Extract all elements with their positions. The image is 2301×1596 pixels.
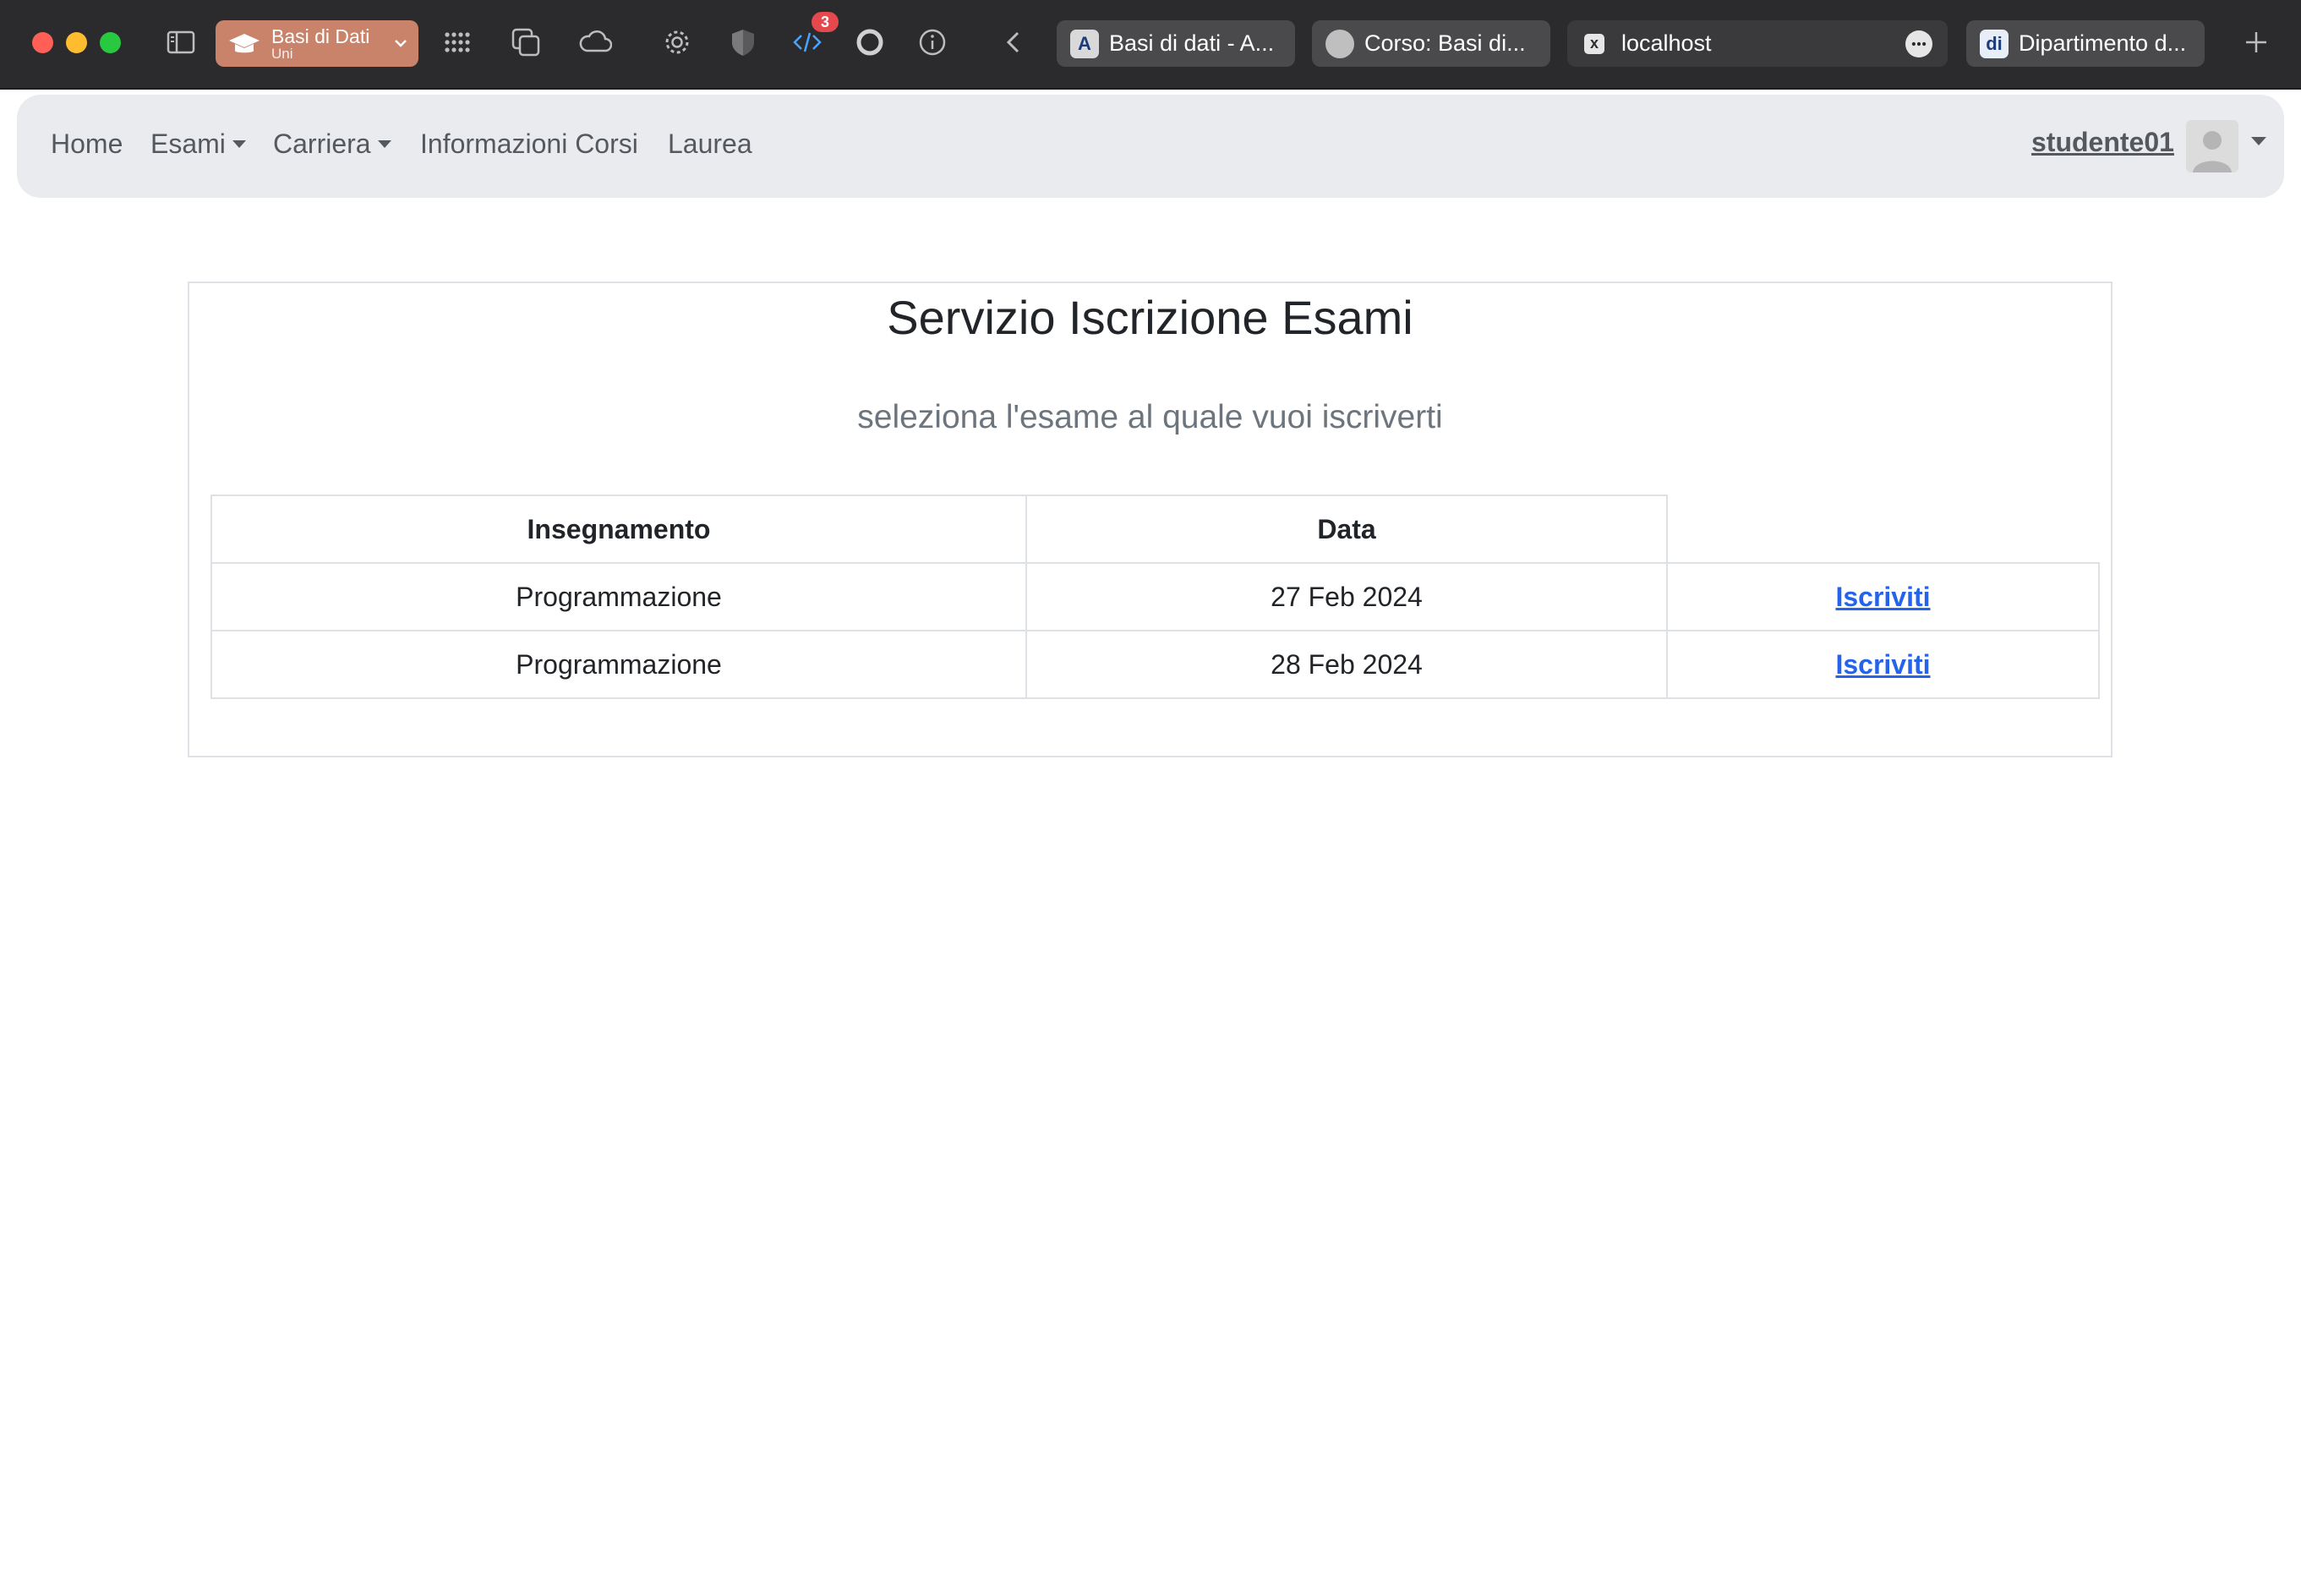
tab-label: Corso: Basi di... bbox=[1364, 30, 1526, 56]
tab-favicon: A bbox=[1070, 29, 1099, 58]
circle-extension-icon[interactable] bbox=[848, 20, 892, 64]
tab-corso-basi-di[interactable]: Corso: Basi di... bbox=[1312, 20, 1550, 67]
course-cell: Programmazione bbox=[210, 562, 1027, 631]
user-avatar-icon bbox=[2193, 131, 2232, 172]
more-options-icon[interactable] bbox=[1905, 30, 1932, 57]
table-header-row: Insegnamento Data bbox=[210, 495, 2099, 564]
nav-esami-label: Esami bbox=[150, 128, 226, 159]
column-header-data: Data bbox=[1025, 495, 1668, 564]
caret-down-icon bbox=[377, 140, 391, 148]
icloud-icon[interactable] bbox=[573, 20, 617, 64]
nav-home[interactable]: Home bbox=[51, 128, 123, 160]
minimize-window-button[interactable] bbox=[66, 32, 87, 53]
new-tab-plus-icon[interactable] bbox=[2234, 20, 2278, 64]
date-cell: 27 Feb 2024 bbox=[1025, 562, 1668, 631]
profile-subtitle: Uni bbox=[271, 45, 293, 62]
info-icon[interactable] bbox=[910, 20, 954, 64]
nav-laurea[interactable]: Laurea bbox=[668, 128, 752, 160]
table-row: Programmazione 28 Feb 2024 Iscriviti bbox=[210, 630, 2100, 699]
action-cell: Iscriviti bbox=[1666, 562, 2100, 631]
devtools-badge: 3 bbox=[812, 12, 839, 32]
shield-icon[interactable] bbox=[721, 20, 765, 64]
nav-informazioni-corsi-label: Informazioni Corsi bbox=[420, 128, 638, 159]
browser-toolbar: Basi di Dati Uni 3 A Basi di dati - A...… bbox=[0, 0, 2301, 90]
tab-dipartimento[interactable]: di Dipartimento d... bbox=[1966, 20, 2205, 67]
caret-down-icon[interactable] bbox=[2251, 137, 2266, 145]
close-window-button[interactable] bbox=[32, 32, 53, 53]
nav-informazioni-corsi[interactable]: Informazioni Corsi bbox=[420, 128, 638, 160]
column-header-action bbox=[1666, 495, 2099, 564]
settings-gear-icon[interactable] bbox=[655, 20, 699, 64]
tab-favicon: x bbox=[1584, 33, 1604, 54]
exams-table: Insegnamento Data Programmazione 27 Feb … bbox=[210, 495, 2100, 699]
grid-apps-icon[interactable] bbox=[435, 20, 479, 64]
tab-label: Dipartimento d... bbox=[2019, 30, 2187, 56]
nav-carriera-dropdown[interactable]: Carriera bbox=[273, 128, 391, 160]
nav-home-label: Home bbox=[51, 128, 123, 159]
tab-label: Basi di dati - A... bbox=[1109, 30, 1275, 56]
user-menu-link[interactable]: studente01 bbox=[2031, 127, 2174, 158]
page-title: Servizio Iscrizione Esami bbox=[887, 291, 1413, 344]
nav-carriera-label: Carriera bbox=[273, 128, 371, 159]
chevron-down-icon bbox=[395, 40, 407, 47]
column-header-insegnamento: Insegnamento bbox=[210, 495, 1027, 564]
tab-favicon: di bbox=[1980, 29, 2009, 58]
table-row: Programmazione 27 Feb 2024 Iscriviti bbox=[210, 562, 2100, 631]
date-cell: 28 Feb 2024 bbox=[1025, 630, 1668, 699]
exam-enrollment-card: Servizio Iscrizione Esami seleziona l'es… bbox=[188, 281, 2112, 757]
graduation-cap-icon bbox=[229, 33, 260, 52]
iscriviti-link[interactable]: Iscriviti bbox=[1835, 649, 1930, 680]
profile-switcher[interactable]: Basi di Dati Uni bbox=[216, 20, 418, 67]
zoom-window-button[interactable] bbox=[100, 32, 121, 53]
caret-down-icon bbox=[232, 140, 246, 148]
tab-localhost[interactable]: x localhost bbox=[1567, 20, 1948, 67]
page-subtitle: seleziona l'esame al quale vuoi iscriver… bbox=[857, 399, 1443, 435]
site-navbar: Home Esami Carriera Informazioni Corsi L… bbox=[17, 95, 2284, 198]
tab-favicon bbox=[1325, 29, 1354, 58]
course-cell: Programmazione bbox=[210, 630, 1027, 699]
nav-laurea-label: Laurea bbox=[668, 128, 752, 159]
action-cell: Iscriviti bbox=[1666, 630, 2100, 699]
avatar[interactable] bbox=[2186, 120, 2238, 172]
tab-label: localhost bbox=[1621, 30, 1712, 56]
sidebar-toggle-icon[interactable] bbox=[159, 20, 203, 64]
iscriviti-link[interactable]: Iscriviti bbox=[1835, 582, 1930, 612]
back-chevron-icon[interactable] bbox=[992, 20, 1036, 64]
nav-esami-dropdown[interactable]: Esami bbox=[150, 128, 246, 160]
tab-basi-di-dati[interactable]: A Basi di dati - A... bbox=[1057, 20, 1295, 67]
profile-name: Basi di Dati bbox=[271, 25, 370, 47]
tab-overview-icon[interactable] bbox=[504, 20, 548, 64]
